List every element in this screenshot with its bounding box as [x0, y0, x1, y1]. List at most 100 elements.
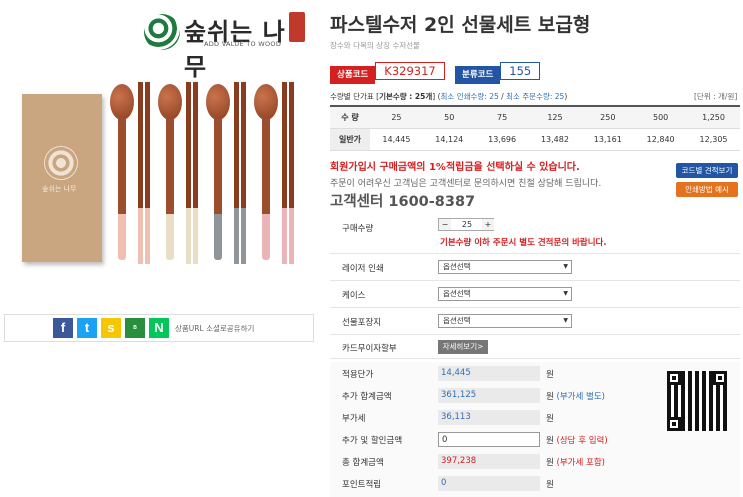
points-label: 포인트적립	[342, 480, 382, 490]
qty-value[interactable]: 25	[452, 219, 482, 230]
gift-box: 숲쉬는 나무	[22, 94, 102, 262]
laser-label: 레이저 인쇄	[342, 264, 384, 274]
price-unit: [단위 : 개/원]	[694, 92, 738, 101]
price-table: 수 량 25 50 75 125 250 500 1,250 일반가 14,44…	[330, 105, 740, 151]
add-total-suffix: 원 (부가세 별도)	[546, 390, 605, 402]
caption-min-print: 최소 인쇄수량: 25	[440, 92, 499, 101]
quantity-stepper[interactable]: − 25 +	[438, 218, 494, 231]
detail-button[interactable]: 자세히보기>	[438, 340, 488, 354]
chopstick-pink-2	[289, 82, 294, 264]
discount-input[interactable]: 0	[438, 432, 540, 447]
wrap-row: 선물포장지 옵션선택	[330, 308, 740, 335]
grand-total-label: 총 합계금액	[342, 458, 384, 468]
discount-unit: 원	[546, 436, 554, 446]
brand-logo[interactable]: 숲쉬는 나무 ADD VALUE TO WOOD	[140, 10, 305, 81]
qty-cell: 1,250	[687, 105, 740, 129]
caption-prefix: 수량별 단가표 [	[330, 92, 380, 101]
qty-cell: 500	[634, 105, 688, 129]
vat-value: 36,113	[438, 410, 540, 425]
vat-suffix: 원	[546, 414, 554, 424]
plus-icon[interactable]: +	[482, 219, 494, 230]
estimate-button[interactable]: 코드별 견적보기	[676, 163, 738, 178]
product-code-label: 상품코드	[330, 66, 376, 84]
minus-icon[interactable]: −	[439, 219, 451, 230]
vat-label: 부가세	[342, 414, 366, 424]
caption-min-order: 최소 주문수량: 25	[506, 92, 565, 101]
unit-price-suffix: 원	[546, 370, 554, 380]
box-brand-text: 숲쉬는 나무	[42, 185, 77, 193]
case-select[interactable]: 옵션선택	[438, 287, 572, 301]
product-image: 숲쉬는 나무	[4, 82, 310, 278]
caption-mid: ] (	[432, 92, 441, 101]
add-total-label: 추가 합계금액	[342, 392, 392, 402]
qty-header: 수 량	[330, 105, 370, 129]
chopstick-pink	[138, 82, 143, 264]
price-cell: 12,840	[634, 128, 688, 151]
chopstick-pink	[145, 82, 150, 264]
kakaostory-icon[interactable]: s	[101, 318, 121, 338]
card-row: 카드무이자할부 자세히보기>	[330, 335, 740, 359]
unit-price-value: 14,445	[438, 366, 540, 381]
price-cell: 14,124	[422, 128, 476, 151]
grand-total-note: (부가세 포함)	[556, 458, 605, 468]
product-code: 상품코드 K329317	[330, 62, 445, 84]
qty-warning: 기본수량 이하 주문시 별도 견적문의 바랍니다.	[440, 238, 607, 248]
qty-row-form: 구매수량 − 25 + 기본수량 이하 주문시 별도 견적문의 바랍니다.	[330, 214, 740, 254]
class-code-value: 155	[500, 62, 541, 80]
discount-suffix: 원 (상담 후 입력)	[546, 434, 608, 446]
laser-row: 레이저 인쇄 옵션선택	[330, 254, 740, 281]
chopstick-cream	[193, 82, 198, 264]
brand-mark-icon	[144, 14, 180, 50]
chopstick-pink-2	[282, 82, 287, 264]
brand-tagline: ADD VALUE TO WOOD	[204, 40, 282, 48]
caption-end: )	[564, 92, 568, 101]
grand-total-unit: 원	[546, 458, 554, 468]
product-code-value: K329317	[375, 62, 445, 80]
chopstick-cream	[186, 82, 191, 264]
points-suffix: 원	[546, 480, 554, 490]
facebook-icon[interactable]: f	[53, 318, 73, 338]
qty-label: 구매수량	[342, 224, 374, 234]
price-table-caption: 수량별 단가표 [기본수량 : 25개] (최소 인쇄수량: 25 / 최소 주…	[330, 91, 567, 102]
class-code: 분류코드 155	[455, 62, 541, 84]
caption-sep: /	[498, 92, 507, 101]
product-subtitle: 장수와 다복의 상징 수저선물	[330, 41, 420, 50]
product-title: 파스텔수저 2인 선물세트 보급형	[330, 14, 591, 36]
case-row: 케이스 옵션선택	[330, 281, 740, 308]
price-cell: 12,305	[687, 128, 740, 151]
grand-total-suffix: 원 (부가세 포함)	[546, 456, 605, 468]
member-notice: 회원가입시 구매금액의 1%적립금을 선택하실 수 있습니다.	[330, 162, 580, 173]
card-label: 카드무이자할부	[342, 344, 397, 354]
qty-row: 수 량 25 50 75 125 250 500 1,250	[330, 105, 740, 129]
contact-notice: 주문이 어려우신 고객님은 고객센터로 문의하시면 친절 상담해 드립니다.	[330, 179, 602, 189]
case-label: 케이스	[342, 291, 366, 301]
laser-select[interactable]: 옵션선택	[438, 260, 572, 274]
grand-total-value: 397,238	[438, 454, 540, 469]
class-code-label: 분류코드	[455, 66, 501, 84]
discount-note: (상담 후 입력)	[556, 436, 608, 446]
band-icon[interactable]: B	[125, 318, 145, 338]
caption-base-qty: 기본수량 : 25개	[379, 92, 433, 101]
spoon-cream	[158, 84, 182, 260]
add-total-value: 361,125	[438, 388, 540, 403]
chopstick-gray	[241, 82, 246, 264]
points-value: 0	[438, 476, 540, 491]
twitter-icon[interactable]: t	[77, 318, 97, 338]
price-cell: 14,445	[370, 128, 423, 151]
chopstick-gray	[234, 82, 239, 264]
print-example-button[interactable]: 인쇄방법 예시	[676, 182, 738, 197]
unit-price-label: 적용단가	[342, 370, 374, 380]
wrap-select[interactable]: 옵션선택	[438, 314, 572, 328]
qty-cell: 125	[528, 105, 582, 129]
spoon-pink-2	[254, 84, 278, 260]
qty-cell: 250	[581, 105, 635, 129]
naver-icon[interactable]: N	[149, 318, 169, 338]
qty-cell: 75	[475, 105, 529, 129]
spoon-pink	[110, 84, 134, 260]
price-cell: 13,482	[528, 128, 582, 151]
price-row: 일반가 14,445 14,124 13,696 13,482 13,161 1…	[330, 128, 740, 151]
discount-label: 추가 및 할인금액	[342, 436, 403, 446]
qty-cell: 50	[422, 105, 476, 129]
add-total-unit: 원	[546, 392, 554, 402]
qr-code-icon	[667, 371, 727, 431]
